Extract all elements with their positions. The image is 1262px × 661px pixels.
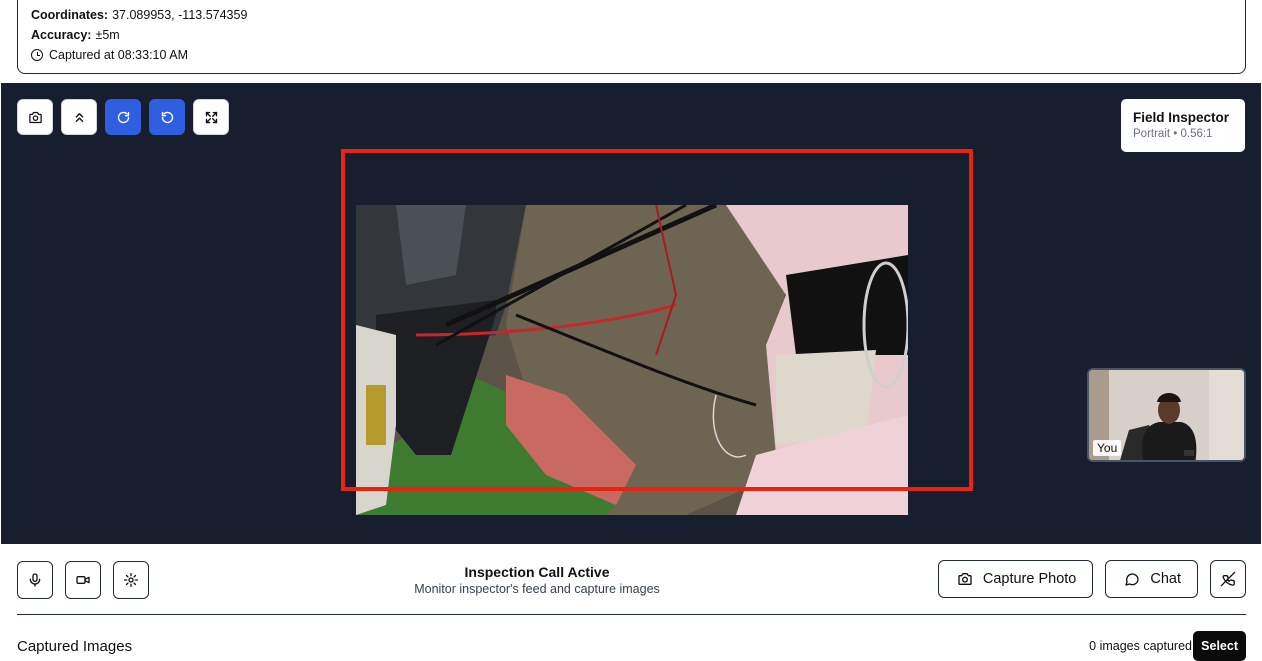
microphone-button[interactable] xyxy=(17,561,53,599)
video-camera-icon xyxy=(76,576,90,584)
snapshot-button[interactable] xyxy=(17,99,53,135)
camera-icon xyxy=(28,111,42,123)
chat-button[interactable]: Chat xyxy=(1105,560,1198,598)
self-view-label: You xyxy=(1093,440,1122,456)
rotate-clockwise-button[interactable] xyxy=(105,99,141,135)
microphone-icon xyxy=(29,573,41,587)
accuracy-label: Accuracy: xyxy=(31,28,92,42)
chat-bubble-icon xyxy=(1125,573,1140,586)
inspector-name: Field Inspector xyxy=(1133,110,1230,125)
call-control-bar: Inspection Call Active Monitor inspector… xyxy=(0,544,1262,614)
location-card: Coordinates: 37.089953, -113.574359 Accu… xyxy=(17,0,1246,74)
clock-icon xyxy=(31,49,43,61)
call-status-subtitle: Monitor inspector's feed and capture ima… xyxy=(414,582,660,596)
call-status-title: Inspection Call Active xyxy=(464,564,610,580)
coordinates-label: Coordinates: xyxy=(31,8,109,22)
fullscreen-button[interactable] xyxy=(193,99,229,135)
remote-video-feed[interactable] xyxy=(356,205,908,515)
coordinates-value: 37.089953, -113.574359 xyxy=(112,8,248,22)
chat-label: Chat xyxy=(1150,571,1181,587)
captured-images-title: Captured Images xyxy=(17,638,133,655)
accuracy-value: ±5m xyxy=(95,28,120,42)
remote-video-image xyxy=(356,205,908,515)
fullscreen-icon xyxy=(205,111,217,123)
call-actions: Capture Photo Chat xyxy=(937,560,1246,598)
captured-images-count: 0 images captured xyxy=(1089,639,1192,653)
accuracy-row: Accuracy: ±5m xyxy=(31,25,1245,45)
section-divider xyxy=(17,614,1246,615)
media-controls xyxy=(17,561,149,599)
camera-icon xyxy=(958,573,972,585)
self-view-video[interactable]: You xyxy=(1087,368,1246,462)
coordinates-row: Coordinates: 37.089953, -113.574359 xyxy=(31,5,1245,25)
rotate-cw-icon xyxy=(117,111,129,123)
inspector-info-card: Field Inspector Portrait • 0.56:1 xyxy=(1121,99,1245,152)
phone-off-icon xyxy=(1220,571,1236,587)
rotate-counterclockwise-button[interactable] xyxy=(149,99,185,135)
call-status: Inspection Call Active Monitor inspector… xyxy=(337,563,737,598)
rotate-ccw-icon xyxy=(161,111,173,123)
inspector-orientation: Portrait • 0.56:1 xyxy=(1133,128,1213,140)
video-controls xyxy=(17,99,229,135)
collapse-button[interactable] xyxy=(61,99,97,135)
capture-photo-button[interactable]: Capture Photo xyxy=(937,560,1094,598)
end-call-button[interactable] xyxy=(1210,560,1246,598)
chevrons-up-icon xyxy=(75,112,83,122)
gear-icon xyxy=(124,573,138,587)
captured-at-text: Captured at 08:33:10 AM xyxy=(49,48,188,62)
captured-at-row: Captured at 08:33:10 AM xyxy=(31,45,1245,65)
video-stage: Field Inspector Portrait • 0.56:1 You xyxy=(1,83,1261,544)
capture-photo-label: Capture Photo xyxy=(982,571,1077,587)
camera-toggle-button[interactable] xyxy=(65,561,101,599)
settings-button[interactable] xyxy=(113,561,149,599)
